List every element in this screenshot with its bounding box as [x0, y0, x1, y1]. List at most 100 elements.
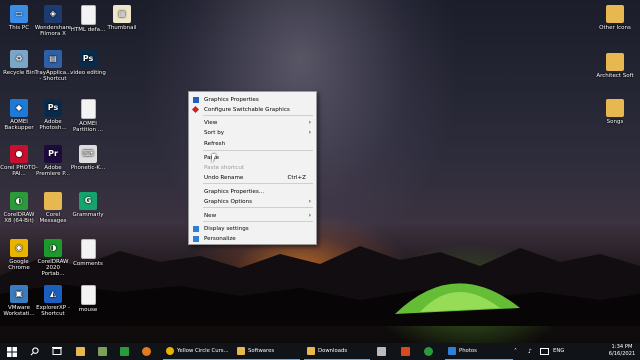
menu-item-personalize[interactable]: Personalize: [189, 234, 316, 244]
desktop-icon[interactable]: ◑ CorelDRAW 2020 Portab...: [34, 237, 72, 281]
menu-item-configure-switchable-graphics[interactable]: Configure Switchable Graphics: [189, 105, 316, 115]
menu-item-display-settings[interactable]: Display settings: [189, 224, 316, 234]
explorer-icon: [76, 347, 85, 356]
menu-item-sort-by[interactable]: Sort by ›: [189, 128, 316, 138]
desktop-icon[interactable]: ◐ CorelDRAW X8 (64-Bit): [0, 190, 38, 234]
desktop-icon[interactable]: ◆ AOMEI Backupper: [0, 97, 38, 141]
desktop-icon[interactable]: AOMEI Partition ...: [69, 97, 107, 141]
menu-item-graphics-properties[interactable]: Graphics Properties...: [189, 187, 316, 197]
desktop-icon[interactable]: ◭ ExplorerXP - Shortcut: [34, 283, 72, 327]
menu-item-graphics-options[interactable]: Graphics Options ›: [189, 197, 316, 207]
menu-item-label: New: [204, 213, 217, 219]
coreldraw-icon: ◐: [10, 192, 28, 210]
desktop-icon[interactable]: ▤ TrayApplica... - Shortcut: [34, 48, 72, 92]
desktop-icon-label: Adobe Photosh...: [39, 119, 67, 131]
taskbar-app-1[interactable]: Yellow Circle Curs...: [163, 343, 239, 360]
menu-item-view[interactable]: View ›: [189, 118, 316, 128]
desktop-icon[interactable]: mouse: [69, 283, 107, 327]
taskbar-pin-4[interactable]: [142, 343, 151, 360]
desktop-icon[interactable]: G Grammarly: [69, 190, 107, 234]
desktop-icon[interactable]: ⌨ Phonetic-K...: [69, 143, 107, 187]
computer-icon: ▭: [10, 5, 28, 23]
desktop-icon-label: Comments: [73, 261, 103, 267]
photoshop-file-icon: Ps: [79, 50, 97, 68]
desktop-icon[interactable]: Ps Adobe Photosh...: [34, 97, 72, 141]
menu-item-new[interactable]: New ›: [189, 211, 316, 221]
taskbar-app-4[interactable]: Photos: [445, 343, 513, 360]
tray-network[interactable]: [540, 343, 549, 360]
search-icon: [30, 347, 39, 356]
start-button[interactable]: [7, 343, 17, 360]
taskbar-pin-office[interactable]: [401, 343, 410, 360]
taskbar-pin-store[interactable]: [377, 343, 386, 360]
menu-item-label: Sort by: [204, 130, 225, 136]
search-button[interactable]: [30, 343, 39, 360]
menu-item-undo-rename[interactable]: Undo Rename Ctrl+Z: [189, 173, 316, 183]
desktop[interactable]: ▭ This PC ♻ Recycle Bin ◆ AOMEI Backupper ● Cor…: [0, 0, 640, 343]
photos-icon: [448, 347, 456, 355]
tray-app-icon: ▤: [44, 50, 62, 68]
desktop-icon-label: Thumbnail: [107, 25, 137, 31]
menu-separator: [203, 183, 313, 184]
tray-volume[interactable]: ♪: [528, 343, 532, 360]
desktop-icon[interactable]: HTML defa...: [69, 3, 107, 47]
desktop-icon[interactable]: ▦ Thumbnail: [103, 3, 141, 47]
chrome-icon: [166, 347, 174, 355]
menu-item-refresh[interactable]: Refresh: [189, 139, 316, 149]
desktop-icon[interactable]: Other Icons: [596, 3, 634, 47]
tray-language[interactable]: ENG: [553, 343, 564, 360]
network-icon: [540, 348, 549, 355]
desktop-icon[interactable]: Architect Soft: [596, 51, 634, 95]
chevron-right-icon: ›: [308, 129, 311, 136]
taskbar-pin-2[interactable]: [98, 343, 107, 360]
taskbar: Yellow Circle Curs... Softwares Downloads P…: [0, 343, 640, 360]
image-file-icon: ▦: [113, 5, 131, 23]
task-view-button[interactable]: [52, 343, 62, 360]
menu-item-label: Graphics Properties: [204, 97, 259, 103]
desktop-icon[interactable]: Ps video editing: [69, 48, 107, 92]
chevron-right-icon: ›: [308, 198, 311, 205]
document-icon: [80, 99, 96, 119]
personalize-icon: [193, 236, 199, 242]
tray-overflow[interactable]: ˄: [514, 343, 517, 360]
menu-item-label: Personalize: [204, 236, 236, 242]
folder-icon: [307, 347, 315, 355]
menu-separator: [203, 150, 313, 151]
folder-icon: [44, 192, 62, 210]
menu-item-graphics-properties[interactable]: Graphics Properties: [189, 95, 316, 105]
desktop-icon-label: AOMEI Partition ...: [73, 121, 103, 133]
document-icon: [80, 285, 96, 305]
desktop-icon-label: video editing: [70, 70, 106, 76]
desktop-icon-label: Songs: [606, 119, 624, 125]
menu-item-label: Graphics Properties...: [204, 189, 265, 195]
taskbar-app-2[interactable]: Softwares: [234, 343, 300, 360]
taskbar-app-3[interactable]: Downloads: [304, 343, 370, 360]
desktop-icon[interactable]: ▣ VMware Workstati...: [0, 283, 38, 327]
menu-item-label: Undo Rename: [204, 175, 244, 181]
desktop-icon[interactable]: ▭ This PC: [0, 3, 38, 47]
taskbar-app-label: Yellow Circle Curs...: [177, 348, 229, 354]
desktop-icon[interactable]: ◈ Wondershare Filmora X: [34, 3, 72, 47]
menu-item-paste-shortcut[interactable]: Paste shortcut: [189, 163, 316, 173]
taskbar-app-label: Downloads: [318, 348, 348, 354]
desktop-icon[interactable]: ◉ Google Chrome: [0, 237, 38, 281]
phonetic-icon: ⌨: [79, 145, 97, 163]
language-label: ENG: [553, 348, 565, 354]
desktop-icon[interactable]: Pr Adobe Premiere P...: [34, 143, 72, 187]
menu-item-shortcut: Ctrl+Z: [287, 175, 306, 181]
menu-item-label: Graphics Options: [204, 199, 253, 205]
desktop-icon[interactable]: ● Corel PHOTO-PAI...: [0, 143, 38, 187]
menu-item-label: View: [204, 120, 218, 126]
desktop-icon[interactable]: ♻ Recycle Bin: [0, 48, 38, 92]
clock[interactable]: 1:34 PM 6/16/2021: [608, 344, 636, 358]
desktop-icon[interactable]: Corel Messages: [34, 190, 72, 234]
clock-date: 6/16/2021: [608, 351, 636, 357]
desktop-icon-label: HTML defa...: [70, 27, 106, 33]
desktop-icon[interactable]: Comments: [69, 237, 107, 281]
menu-item-paste[interactable]: Paste: [189, 153, 316, 163]
desktop-icon[interactable]: Songs: [596, 97, 634, 141]
taskbar-pin-corel[interactable]: [424, 343, 433, 360]
chevron-right-icon: ›: [308, 119, 311, 126]
taskbar-pin-3[interactable]: [120, 343, 129, 360]
taskbar-pin-1[interactable]: [76, 343, 85, 360]
